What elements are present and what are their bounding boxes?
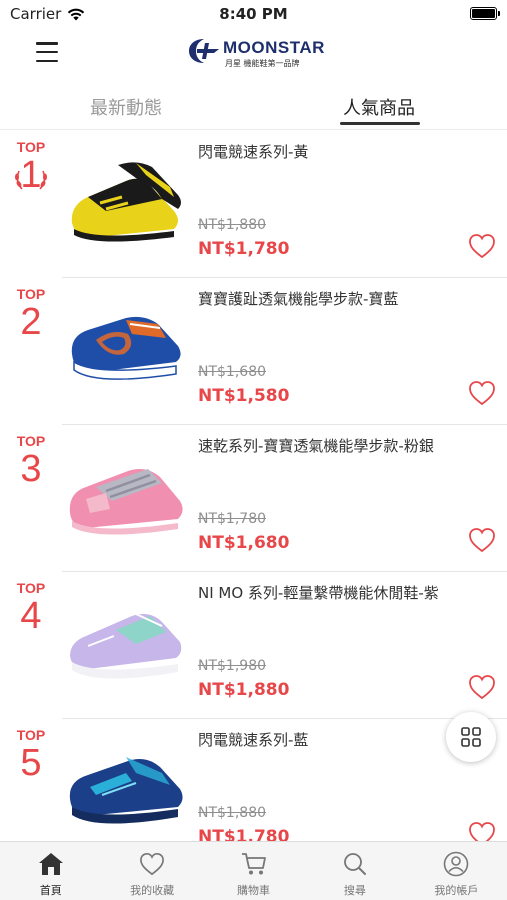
- favorite-heart-icon[interactable]: [468, 380, 496, 406]
- rank-number: 4: [20, 595, 42, 637]
- rank-label: TOP: [16, 580, 46, 596]
- product-name[interactable]: 閃電競速系列-黃: [198, 141, 308, 162]
- menu-button[interactable]: [36, 42, 58, 62]
- nav-label: 搜尋: [343, 884, 366, 897]
- nav-account[interactable]: 我的帳戶: [406, 842, 507, 900]
- sale-price: NT$1,780: [198, 827, 290, 841]
- grid-view-button[interactable]: [446, 712, 496, 762]
- cart-icon: [241, 853, 266, 875]
- original-price: NT$1,880: [198, 217, 267, 233]
- product-name[interactable]: 閃電競速系列-藍: [198, 729, 308, 750]
- rank-badge: TOP 3: [0, 433, 62, 489]
- rank-badge: TOP 4: [0, 580, 62, 636]
- product-image[interactable]: [66, 145, 186, 255]
- product-image[interactable]: [66, 439, 186, 549]
- sale-price: NT$1,880: [198, 680, 290, 700]
- nav-label: 首頁: [39, 884, 62, 897]
- rank-label: TOP: [16, 286, 46, 302]
- favorite-heart-icon[interactable]: [468, 233, 496, 259]
- product-item[interactable]: TOP 4 NI MO 系列-輕量繫帶機能休閒鞋-紫 NT$1,980 NT$1…: [0, 572, 507, 719]
- grid-icon: [461, 727, 481, 747]
- product-item[interactable]: TOP 2 寶寶護趾透氣機能學步款-寶藍 NT$1,680 NT$1,580: [0, 278, 507, 425]
- bottom-nav: 首頁 我的收藏 購物車 搜尋 我的帳戶: [0, 841, 507, 900]
- nav-favorites[interactable]: 我的收藏: [101, 842, 202, 900]
- product-image[interactable]: [66, 292, 186, 402]
- sale-price: NT$1,680: [198, 533, 290, 553]
- product-name[interactable]: 速乾系列-寶寶透氣機能學步款-粉銀: [198, 435, 434, 456]
- nav-search[interactable]: 搜尋: [304, 842, 405, 900]
- menu-icon: [36, 42, 58, 45]
- logo-tagline: 月星 機能鞋第一品牌: [225, 59, 300, 68]
- product-item[interactable]: TOP 5 閃電競速系列-藍 NT$1,880 NT$1,780: [0, 719, 507, 841]
- original-price: NT$1,880: [198, 805, 267, 821]
- original-price: NT$1,780: [198, 511, 267, 527]
- status-bar: Carrier 8:40 PM: [0, 0, 507, 28]
- logo-text: MOONSTAR: [223, 38, 325, 57]
- nav-cart[interactable]: 購物車: [203, 842, 304, 900]
- rank-label: TOP: [16, 433, 46, 449]
- heart-icon: [140, 853, 165, 876]
- product-name[interactable]: NI MO 系列-輕量繫帶機能休閒鞋-紫: [198, 582, 439, 603]
- battery-icon: [470, 7, 500, 20]
- favorite-heart-icon[interactable]: [468, 674, 496, 700]
- sale-price: NT$1,580: [198, 386, 290, 406]
- active-tab-indicator: [340, 122, 420, 125]
- rank-badge: TOP 2: [0, 286, 62, 342]
- home-icon: [38, 853, 63, 875]
- moonstar-emblem-icon: [189, 39, 219, 63]
- account-icon: [444, 851, 469, 877]
- sale-price: NT$1,780: [198, 239, 290, 259]
- rank-label: TOP: [16, 727, 46, 743]
- favorite-heart-icon[interactable]: [468, 821, 496, 841]
- tab-popular-products[interactable]: 人氣商品: [343, 94, 415, 120]
- nav-home[interactable]: 首頁: [0, 842, 101, 900]
- rank-number: 3: [20, 448, 42, 490]
- nav-label: 我的帳戶: [434, 884, 479, 897]
- tab-latest-news[interactable]: 最新動態: [90, 94, 162, 120]
- moonstar-logo[interactable]: MOONSTAR 月星 機能鞋第一品牌: [187, 36, 325, 72]
- rank-number: 2: [20, 301, 42, 343]
- nav-label: 我的收藏: [130, 884, 175, 897]
- app-header: MOONSTAR 月星 機能鞋第一品牌: [0, 28, 507, 80]
- original-price: NT$1,680: [198, 364, 267, 380]
- original-price: NT$1,980: [198, 658, 267, 674]
- laurel-icon: [15, 170, 47, 190]
- search-icon: [344, 853, 366, 875]
- clock: 8:40 PM: [219, 5, 288, 23]
- product-name[interactable]: 寶寶護趾透氣機能學步款-寶藍: [198, 288, 398, 309]
- product-item[interactable]: TOP 3 速乾系列-寶寶透氣機能學步款-粉銀 NT$1,780 NT$1,68…: [0, 425, 507, 572]
- tab-bar: 最新動態 人氣商品: [0, 86, 507, 130]
- product-image[interactable]: [66, 733, 186, 841]
- favorite-heart-icon[interactable]: [468, 527, 496, 553]
- product-list[interactable]: TOP 1 閃電競速系列-黃 NT$1,880 NT$1,780 TOP 2 寶…: [0, 131, 507, 841]
- rank-badge: TOP 5: [0, 727, 62, 783]
- rank-number: 5: [20, 742, 42, 784]
- product-image[interactable]: [66, 586, 186, 696]
- product-item[interactable]: TOP 1 閃電競速系列-黃 NT$1,880 NT$1,780: [0, 131, 507, 278]
- nav-label: 購物車: [237, 884, 271, 897]
